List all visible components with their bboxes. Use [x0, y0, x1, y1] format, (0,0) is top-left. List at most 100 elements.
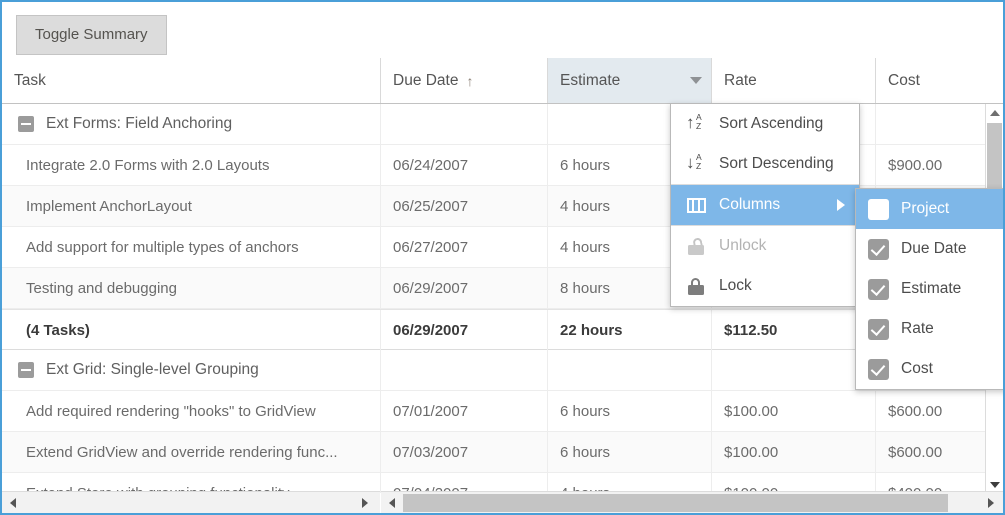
table-row[interactable]: Extend GridView and override rendering f… [2, 432, 1003, 473]
cell-estimate: 6 hours [548, 432, 712, 472]
cell-due-date: 07/03/2007 [381, 432, 548, 472]
submenu-item-due-date-label: Due Date [901, 240, 967, 257]
cell-cost: $400.00 [888, 484, 943, 494]
cell-task-label: Ext Forms: Field Anchoring [46, 115, 233, 132]
cell-due-date: 06/27/2007 [381, 227, 548, 267]
cell-cost: $600.00 [888, 443, 943, 461]
cell-due-date: 07/04/2007 [381, 473, 548, 493]
triangle-down-icon [989, 481, 1000, 488]
column-header-estimate-label: Estimate [560, 71, 621, 89]
submenu-item-due-date[interactable]: Due Date [856, 229, 1003, 269]
collapse-icon[interactable] [18, 362, 34, 378]
collapse-icon[interactable] [18, 116, 34, 132]
checkbox-project[interactable] [868, 198, 889, 220]
submenu-item-project[interactable]: Project [856, 189, 1003, 229]
cell-due-date: 06/24/2007 [381, 145, 548, 185]
horizontal-scrollbar-thumb[interactable] [403, 494, 948, 512]
table-row[interactable]: Add required rendering "hooks" to GridVi… [2, 391, 1003, 432]
menu-item-sort-ascending-label: Sort Ascending [719, 115, 824, 132]
column-header-rate[interactable]: Rate [712, 58, 876, 103]
toggle-summary-button[interactable]: Toggle Summary [16, 15, 167, 55]
column-header-rate-label: Rate [724, 71, 757, 89]
cell-rate: $112.50 [712, 310, 876, 350]
cell-task: Ext Forms: Field Anchoring [2, 104, 381, 144]
menu-item-unlock-label: Unlock [719, 237, 767, 254]
column-header-cost-label: Cost [888, 71, 920, 89]
cell-task: Integrate 2.0 Forms with 2.0 Layouts [2, 145, 381, 185]
cell-task: Implement AnchorLayout [2, 186, 381, 226]
submenu-item-project-label: Project [901, 200, 950, 217]
columns-icon [685, 194, 707, 216]
cell-due-date: 06/29/2007 [381, 310, 548, 350]
column-header-estimate[interactable]: Estimate [548, 58, 680, 103]
cell-estimate [548, 350, 712, 390]
cell-due-date: 06/29/2007 [381, 268, 548, 308]
grid-header-row: Task Due Date ↑ Estimate Rate Cost [2, 58, 1003, 104]
cell-rate [712, 350, 876, 390]
submenu-item-rate[interactable]: Rate [856, 309, 1003, 349]
menu-item-lock-label: Lock [719, 277, 752, 294]
column-header-menu-trigger[interactable] [680, 58, 712, 103]
sort-descending-icon: ↓ A Z [686, 152, 702, 172]
cell-due-date: 06/25/2007 [381, 186, 548, 226]
column-header-task-label: Task [14, 71, 46, 89]
cell-due-date: 07/01/2007 [381, 391, 548, 431]
sort-ascending-indicator-icon: ↑ [466, 72, 474, 89]
table-row[interactable]: Extend Store with grouping functionality… [2, 473, 1003, 493]
menu-item-sort-descending[interactable]: ↓ A Z Sort Descending [671, 144, 859, 184]
checkbox-cost[interactable] [868, 358, 889, 380]
columns-submenu: Project Due Date Estimate Rate Cost [855, 188, 1003, 390]
column-header-task[interactable]: Task [2, 58, 381, 103]
cell-estimate: 22 hours [548, 310, 712, 350]
summary-row: (4 Tasks) 06/29/2007 22 hours $112.50 [2, 309, 1003, 350]
triangle-up-icon [989, 109, 1000, 116]
menu-item-sort-ascending[interactable]: ↑ A Z Sort Ascending [671, 104, 859, 144]
menu-item-lock[interactable]: Lock [671, 266, 859, 306]
menu-item-columns[interactable]: Columns [671, 184, 859, 225]
column-context-menu: ↑ A Z Sort Ascending ↓ A Z Sort Descending C… [670, 103, 860, 307]
column-header-cost[interactable]: Cost [876, 58, 1003, 103]
submenu-item-estimate-label: Estimate [901, 280, 962, 297]
triangle-right-icon [987, 497, 994, 508]
submenu-item-estimate[interactable]: Estimate [856, 269, 1003, 309]
sort-ascending-icon: ↑ A Z [686, 112, 702, 132]
toolbar: Toggle Summary [4, 4, 1003, 60]
horizontal-scrollbar-locked[interactable] [2, 491, 380, 513]
cell-rate: $100.00 [712, 473, 876, 493]
table-row[interactable]: Ext Grid: Single-level Grouping [2, 350, 1003, 391]
cell-task: Extend GridView and override rendering f… [2, 432, 381, 472]
scroll-left-button-locked[interactable] [4, 494, 21, 511]
checkbox-due-date[interactable] [868, 238, 889, 260]
cell-task: Testing and debugging [2, 268, 381, 308]
cell-due-date [381, 350, 548, 390]
cell-task: Add support for multiple types of anchor… [2, 227, 381, 267]
submenu-arrow-icon [837, 199, 845, 211]
vertical-scrollbar-thumb[interactable] [987, 123, 1002, 195]
chevron-down-icon [689, 77, 702, 84]
checkbox-estimate[interactable] [868, 278, 889, 300]
horizontal-scrollbar-normal[interactable] [381, 491, 1003, 513]
scroll-left-button[interactable] [383, 494, 400, 511]
checkbox-rate[interactable] [868, 318, 889, 340]
triangle-right-icon [361, 497, 368, 508]
cell-rate: $100.00 [712, 391, 876, 431]
submenu-item-rate-label: Rate [901, 320, 934, 337]
unlock-icon [685, 235, 707, 257]
column-header-due-date[interactable]: Due Date ↑ [381, 58, 548, 103]
cell-estimate: 6 hours [548, 391, 712, 431]
menu-item-sort-descending-label: Sort Descending [719, 155, 834, 172]
cell-task: Ext Grid: Single-level Grouping [2, 350, 381, 390]
column-header-due-date-label: Due Date [393, 71, 459, 89]
scroll-right-button-locked[interactable] [356, 494, 373, 511]
cell-cost [876, 104, 986, 144]
cell-due-date [381, 104, 548, 144]
triangle-left-icon [9, 497, 16, 508]
cell-cost: $600.00 [888, 402, 943, 420]
scroll-right-button[interactable] [982, 494, 999, 511]
cell-task: Extend Store with grouping functionality [2, 473, 381, 493]
menu-item-columns-label: Columns [719, 196, 781, 213]
lock-icon [685, 275, 707, 297]
scroll-up-button[interactable] [986, 104, 1003, 121]
submenu-item-cost[interactable]: Cost [856, 349, 1003, 389]
cell-rate: $100.00 [712, 432, 876, 472]
